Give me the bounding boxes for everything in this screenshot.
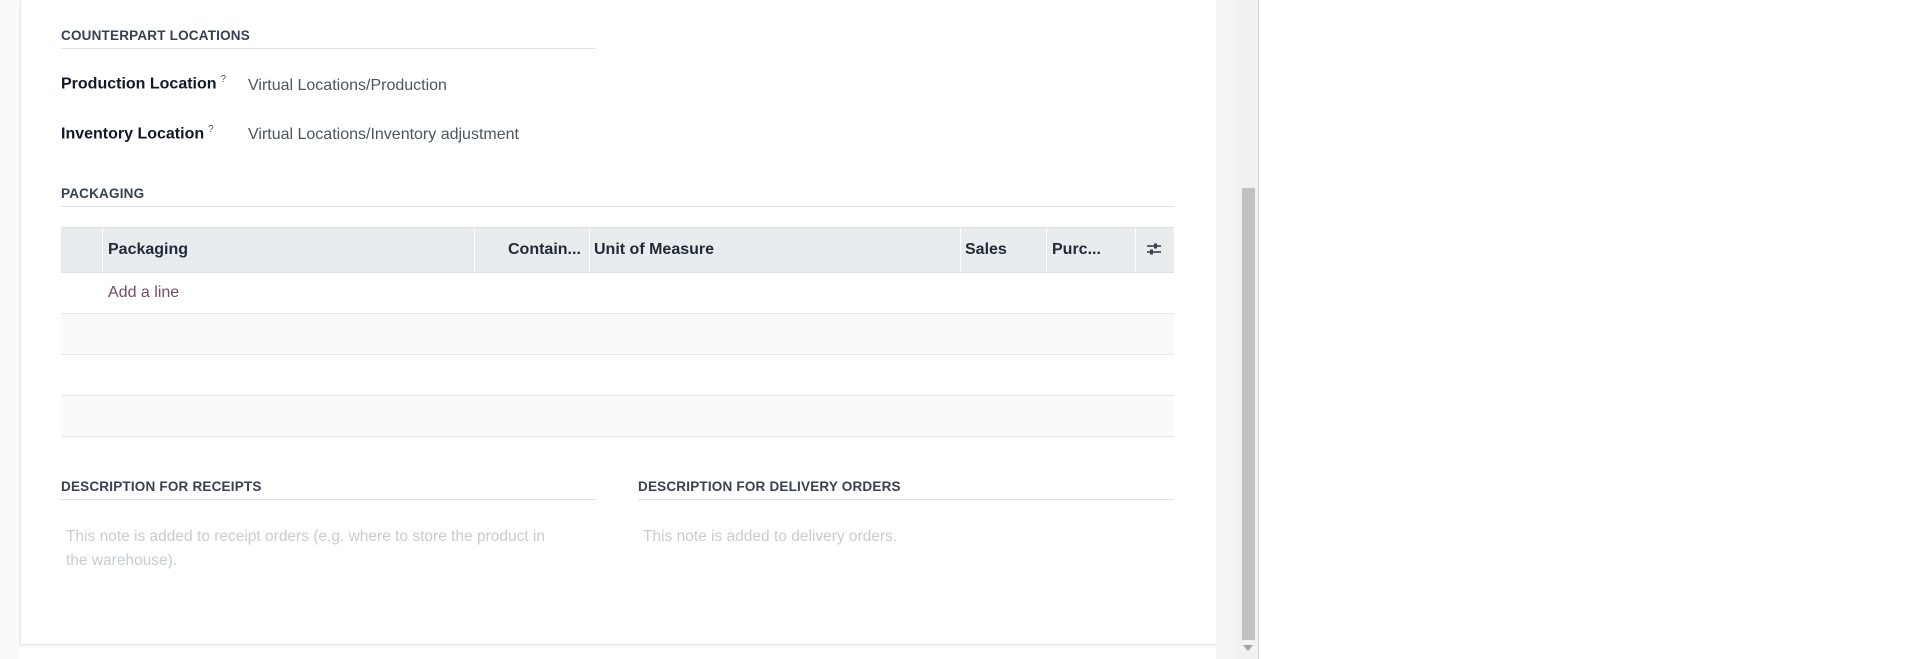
scroll-down-arrow-icon[interactable] <box>1243 645 1253 651</box>
right-gutter <box>1216 0 1238 659</box>
production-location-value[interactable]: Virtual Locations/Production <box>248 77 447 95</box>
column-separator <box>1135 228 1136 272</box>
sliders-icon[interactable] <box>1145 240 1163 258</box>
production-location-label: Production Location? <box>61 74 226 93</box>
scrollbar-thumb[interactable] <box>1242 188 1255 640</box>
column-separator <box>474 228 475 272</box>
inventory-location-label-text: Inventory Location <box>61 125 205 143</box>
column-header-contained-quantity[interactable]: Contain... <box>508 228 588 272</box>
table-row <box>61 355 1174 396</box>
packaging-table: Packaging Contain... Unit of Measure Sal… <box>61 227 1174 437</box>
help-tooltip-icon[interactable]: ? <box>208 124 214 135</box>
add-line-link[interactable]: Add a line <box>108 284 179 302</box>
production-location-label-text: Production Location <box>61 75 217 93</box>
receipts-note-field[interactable]: This note is added to receipt orders (e.… <box>66 525 566 573</box>
column-separator <box>589 228 590 272</box>
description-receipts-title: DESCRIPTION FOR RECEIPTS <box>61 479 596 500</box>
left-gutter <box>0 0 20 659</box>
vertical-scrollbar[interactable] <box>1238 0 1258 659</box>
scrollbar-edge <box>1258 0 1259 659</box>
column-header-packaging[interactable]: Packaging <box>108 228 468 272</box>
column-separator <box>1046 228 1047 272</box>
inventory-location-value[interactable]: Virtual Locations/Inventory adjustment <box>248 126 519 144</box>
column-separator <box>102 228 103 272</box>
inventory-location-label: Inventory Location? <box>61 124 214 143</box>
description-delivery-title: DESCRIPTION FOR DELIVERY ORDERS <box>638 479 1174 500</box>
counterpart-locations-title: COUNTERPART LOCATIONS <box>61 28 596 49</box>
column-separator <box>960 228 961 272</box>
help-tooltip-icon[interactable]: ? <box>221 74 227 85</box>
add-line-row: Add a line <box>61 273 1174 314</box>
column-header-unit-of-measure[interactable]: Unit of Measure <box>594 228 954 272</box>
table-row <box>61 396 1174 437</box>
delivery-note-field[interactable]: This note is added to delivery orders. <box>643 525 1143 549</box>
column-header-sales[interactable]: Sales <box>965 228 1045 272</box>
table-row <box>61 314 1174 355</box>
packaging-title: PACKAGING <box>61 186 1174 207</box>
table-header: Packaging Contain... Unit of Measure Sal… <box>61 227 1174 273</box>
column-header-purchase[interactable]: Purc... <box>1052 228 1122 272</box>
